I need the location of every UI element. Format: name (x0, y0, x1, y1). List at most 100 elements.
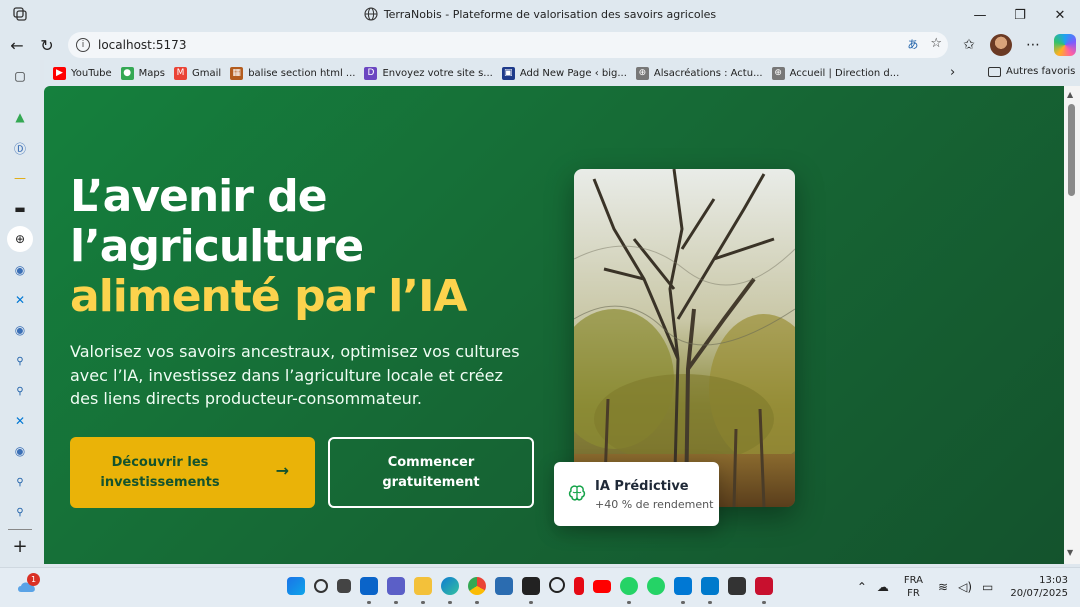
youtube-app-icon[interactable] (593, 580, 611, 593)
globe-icon[interactable]: ⊕ (7, 226, 33, 252)
globe-icon: ⊕ (771, 66, 785, 80)
d-icon: D (364, 66, 378, 80)
bookmark-maps[interactable]: ● Maps (120, 66, 165, 80)
back-icon[interactable]: ← (6, 34, 28, 56)
bookmark-accueil[interactable]: ⊕ Accueil | Direction d... (771, 66, 899, 80)
search-icon[interactable] (314, 579, 328, 593)
cloud-sync-icon[interactable]: ☁ (877, 580, 889, 594)
page-scrollbar[interactable]: ▲ ▼ (1064, 86, 1080, 564)
battery-icon[interactable]: ▭ (982, 580, 993, 594)
chatgpt-icon[interactable] (549, 577, 565, 593)
hero-title-line1: L’avenir de (70, 171, 328, 222)
folder-icon (988, 66, 1001, 77)
whatsapp-icon[interactable] (620, 577, 638, 604)
terminal-icon[interactable]: ▬ (10, 199, 30, 219)
scroll-up-icon[interactable]: ▲ (1067, 90, 1073, 99)
bookmark-add-new-page[interactable]: ▣ Add New Page ‹ big... (501, 66, 627, 80)
bookmark-balise-section[interactable]: ▦ balise section html ... (230, 66, 355, 80)
vscode-icon[interactable]: ✕ (10, 290, 30, 310)
profile-avatar[interactable] (990, 34, 1012, 56)
arrow-right-icon: → (275, 461, 289, 480)
address-bar[interactable]: i localhost:5173 あ ☆ (68, 32, 948, 58)
task-view-icon[interactable] (337, 579, 351, 593)
teams-icon[interactable] (387, 577, 405, 604)
vscode-icon[interactable] (701, 577, 719, 604)
star-icon[interactable]: ☆ (930, 36, 942, 52)
vscode-icon[interactable]: ✕ (10, 411, 30, 431)
ai-predictive-card: IA Prédictive +40 % de rendement (554, 462, 719, 526)
search-icon[interactable]: ⚲ (10, 381, 30, 401)
refresh-icon[interactable]: ↻ (36, 34, 58, 56)
page-viewport: L’avenir de l’agriculture alimenté par l… (44, 86, 1064, 564)
tab-icon[interactable]: ▢ (10, 66, 30, 86)
search-icon[interactable]: ⚲ (10, 472, 30, 492)
ai-card-subtitle: +40 % de rendement (595, 498, 714, 511)
remote-desktop-icon[interactable] (674, 577, 692, 604)
netflix-icon[interactable] (574, 577, 584, 595)
github-icon[interactable]: ◉ (10, 320, 30, 340)
add-icon[interactable]: + (10, 536, 30, 557)
minimize-button[interactable]: — (960, 0, 1000, 30)
github-icon[interactable]: ◉ (10, 441, 30, 461)
sidebar-divider (8, 529, 32, 530)
store-icon[interactable] (495, 577, 513, 595)
page-icon: ▣ (501, 66, 515, 80)
bookmark-alsacreations[interactable]: ⊕ Alsacréations : Actu... (635, 66, 763, 80)
translate-icon[interactable]: あ (907, 36, 918, 52)
bookmark-youtube[interactable]: ▶ YouTube (53, 66, 112, 80)
discover-investments-label: Découvrir les investissements (100, 454, 220, 490)
volume-icon[interactable]: ◁) (958, 580, 972, 594)
chevron-up-icon[interactable]: ⌃ (857, 580, 867, 594)
clock[interactable]: 13:03 20/07/2025 (1010, 574, 1068, 600)
maximize-button[interactable]: ❐ (1000, 0, 1040, 30)
info-icon[interactable]: i (76, 38, 90, 52)
hero-title-highlight: alimenté par l’IA (70, 271, 468, 322)
globe-icon: ⊕ (635, 66, 649, 80)
search-icon[interactable]: ⚲ (10, 502, 30, 522)
whatsapp-icon[interactable] (647, 577, 665, 595)
ai-card-title: IA Prédictive (595, 479, 689, 494)
more-icon[interactable]: ⋯ (1022, 34, 1044, 56)
maps-icon: ● (120, 66, 134, 80)
drive-icon[interactable]: ▲ (10, 107, 30, 127)
terminal-icon[interactable] (728, 577, 746, 595)
discover-investments-button[interactable]: Découvrir les investissements → (70, 437, 315, 508)
wifi-icon[interactable]: ≋ (938, 580, 948, 594)
mcafee-icon[interactable] (755, 577, 773, 604)
outlook-icon[interactable] (360, 577, 378, 604)
scroll-thumb[interactable] (1068, 104, 1075, 196)
github-icon[interactable]: ◉ (10, 260, 30, 280)
chrome-icon[interactable] (468, 577, 486, 604)
terminal-app-icon[interactable] (522, 577, 540, 604)
close-button[interactable]: ✕ (1040, 0, 1080, 30)
gmail-icon: M (174, 66, 187, 80)
hero-title: L’avenir de l’agriculture alimenté par l… (70, 172, 550, 322)
navigation-bar: ← ↻ i localhost:5173 あ ☆ ✩ ⋯ (0, 30, 1080, 60)
browser-sidebar: ▢ ▲ Ⓓ — ▬ ⊕ ◉ ✕ ◉ ⚲ ⚲ ✕ ◉ ⚲ ⚲ + (0, 60, 40, 567)
bookmarks-bar: ▶ YouTube ● Maps M Gmail ▦ balise section ht… (44, 60, 1080, 86)
language-indicator[interactable]: FRA FR (904, 574, 923, 600)
grid-icon: ▦ (230, 66, 244, 80)
hero-title-line2: l’agriculture (70, 221, 364, 272)
bookmark-gmail[interactable]: M Gmail (174, 66, 221, 80)
d-app-icon[interactable]: Ⓓ (10, 138, 30, 158)
globe-icon (364, 7, 378, 21)
copilot-icon[interactable] (1054, 34, 1076, 56)
forest-photo (574, 169, 795, 507)
scroll-down-icon[interactable]: ▼ (1067, 548, 1073, 557)
window-title-text: TerraNobis - Plateforme de valorisation … (383, 7, 717, 21)
bookmark-envoyez[interactable]: D Envoyez votre site s... (364, 66, 493, 80)
windows-start-icon[interactable] (287, 577, 305, 595)
hero-description: Valorisez vos savoirs ancestraux, optimi… (70, 342, 520, 408)
search-icon[interactable]: ⚲ (10, 351, 30, 371)
edge-icon[interactable] (441, 577, 459, 604)
chevron-right-icon[interactable]: › (950, 65, 955, 80)
notification-badge: 1 (27, 573, 40, 586)
window-title: TerraNobis - Plateforme de valorisation … (0, 7, 1080, 21)
other-favorites[interactable]: Autres favoris (988, 66, 1075, 77)
file-explorer-icon[interactable] (414, 577, 432, 604)
dash-icon[interactable]: — (10, 168, 30, 188)
start-free-button[interactable]: Commencer gratuitement (328, 437, 534, 508)
favorites-icon[interactable]: ✩ (958, 34, 980, 56)
title-bar: TerraNobis - Plateforme de valorisation … (0, 0, 1080, 30)
